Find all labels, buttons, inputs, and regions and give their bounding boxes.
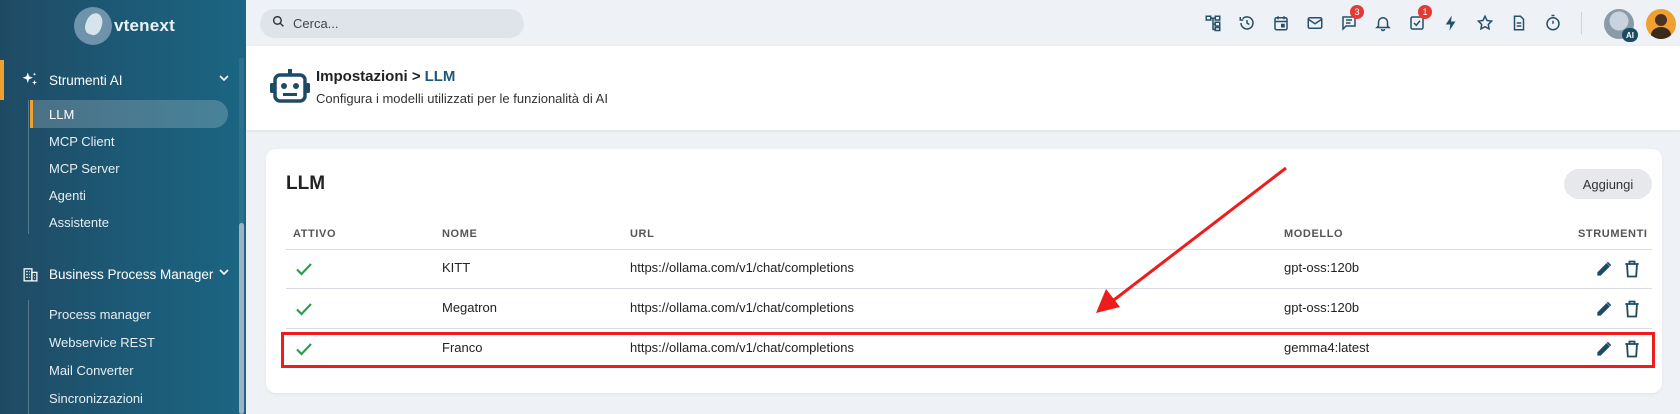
- sidebar-section-strumenti-ai[interactable]: Strumenti AI: [0, 60, 236, 100]
- sidebar-item-assistente[interactable]: Assistente: [30, 208, 228, 236]
- column-header-nome: NOME: [442, 228, 478, 240]
- sparkles-icon: [20, 70, 40, 90]
- check-icon: [296, 263, 312, 276]
- star-icon[interactable]: [1468, 10, 1502, 36]
- hierarchy-icon[interactable]: [1196, 10, 1230, 36]
- annotation-arrow: [1096, 166, 1287, 313]
- mail-icon[interactable]: [1298, 10, 1332, 36]
- chevron-down-icon: [218, 72, 230, 87]
- column-header-url: URL: [630, 228, 655, 240]
- add-button[interactable]: Aggiungi: [1564, 169, 1652, 199]
- sidebar-rail: [28, 100, 29, 234]
- row-divider: [286, 288, 1652, 289]
- bell-icon[interactable]: [1366, 10, 1400, 36]
- edit-pencil-icon[interactable]: [1594, 299, 1614, 319]
- sidebar-section-label: Business Process Manager: [49, 266, 214, 282]
- search-input[interactable]: [293, 16, 513, 31]
- sidebar: vtenext Strumenti AI LLM MCP Client MCP …: [0, 0, 246, 414]
- sidebar-scrollbar[interactable]: [239, 58, 244, 414]
- sidebar-item-mcp-client[interactable]: MCP Client: [30, 127, 228, 155]
- sidebar-item-mcp-server[interactable]: MCP Server: [30, 154, 228, 182]
- task-check-icon[interactable]: 1: [1400, 5, 1434, 36]
- breadcrumb: Impostazioni > LLM: [316, 68, 455, 85]
- highlight-box: [281, 332, 1655, 368]
- ai-assistant-avatar[interactable]: AI: [1604, 9, 1638, 42]
- sidebar-item-agenti[interactable]: Agenti: [30, 181, 228, 209]
- app-logo[interactable]: vtenext: [74, 6, 175, 46]
- calendar-icon[interactable]: [1264, 10, 1298, 36]
- ai-badge: AI: [1622, 28, 1638, 42]
- card-title: LLM: [286, 173, 326, 194]
- edit-pencil-icon[interactable]: [1594, 259, 1614, 279]
- row-divider: [286, 328, 1652, 329]
- bolt-icon[interactable]: [1434, 10, 1468, 36]
- page-subtitle: Configura i modelli utilizzati per le fu…: [316, 91, 608, 106]
- sidebar-item-process-manager[interactable]: Process manager: [30, 300, 228, 328]
- app-name: vtenext: [114, 16, 175, 35]
- breadcrumb-parent[interactable]: Impostazioni >: [316, 68, 421, 85]
- sidebar-item-webservice-rest[interactable]: Webservice REST: [30, 328, 228, 356]
- row-url: https://ollama.com/v1/chat/completions: [630, 300, 854, 315]
- delete-trash-icon[interactable]: [1622, 259, 1642, 279]
- sidebar-item-sincronizzazioni[interactable]: Sincronizzazioni: [30, 384, 228, 412]
- building-icon: [20, 264, 40, 284]
- search-icon: [272, 15, 285, 33]
- document-icon[interactable]: [1502, 10, 1536, 36]
- scrollbar-thumb[interactable]: [239, 223, 244, 414]
- search-box[interactable]: [260, 9, 524, 38]
- row-model: gpt-oss:120b: [1284, 300, 1360, 315]
- column-header-modello: MODELLO: [1284, 228, 1344, 240]
- sidebar-section-bpm[interactable]: Business Process Manager: [0, 254, 236, 294]
- row-name: Megatron: [442, 300, 497, 315]
- toolbar-separator: [1581, 12, 1582, 34]
- logo-icon: [74, 7, 112, 45]
- sidebar-rail: [28, 300, 29, 414]
- check-icon: [296, 303, 312, 316]
- user-avatar[interactable]: [1646, 9, 1676, 39]
- row-model: gpt-oss:120b: [1284, 260, 1360, 275]
- row-name: KITT: [442, 260, 471, 275]
- column-header-attivo: ATTIVO: [293, 228, 337, 240]
- tasks-badge: 1: [1418, 5, 1432, 19]
- breadcrumb-current: LLM: [424, 68, 456, 85]
- chevron-down-icon: [218, 266, 230, 281]
- chat-badge: 3: [1350, 5, 1364, 19]
- chat-icon[interactable]: 3: [1332, 5, 1366, 36]
- sidebar-item-llm[interactable]: LLM: [30, 100, 228, 128]
- page-header: Impostazioni > LLM Configura i modelli ut…: [246, 46, 1680, 130]
- robot-icon: [270, 69, 310, 103]
- timer-icon[interactable]: [1536, 10, 1570, 36]
- header-divider: [286, 249, 1652, 250]
- toolbar-icons: 3 1: [1196, 5, 1570, 36]
- sidebar-section-label: Strumenti AI: [49, 72, 123, 88]
- column-header-strumenti: STRUMENTI: [1578, 228, 1648, 240]
- sidebar-item-mail-converter[interactable]: Mail Converter: [30, 356, 228, 384]
- delete-trash-icon[interactable]: [1622, 299, 1642, 319]
- row-url: https://ollama.com/v1/chat/completions: [630, 260, 854, 275]
- top-bar: 3 1 AI: [246, 0, 1680, 46]
- history-icon[interactable]: [1230, 10, 1264, 36]
